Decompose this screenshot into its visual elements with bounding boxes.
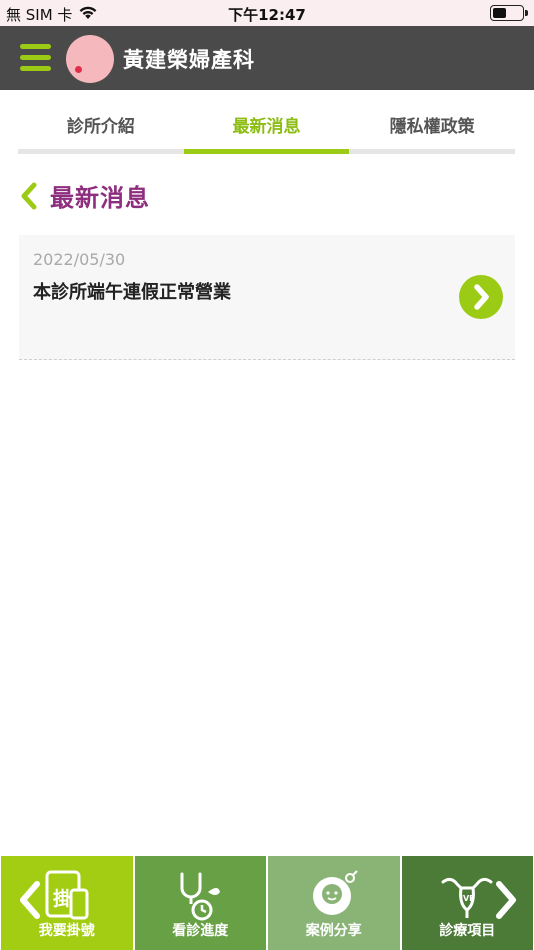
hamburger-icon[interactable] [20,44,51,72]
tab-privacy-policy[interactable]: 隱私權政策 [349,90,515,154]
nav-services[interactable]: IVF 診療項目 [401,856,533,950]
section-title: 最新消息 [50,184,150,212]
news-date: 2022/05/30 [33,250,126,269]
news-list-item[interactable]: 2022/05/30 本診所端午連假正常營業 [19,235,515,360]
nav-services-label: 診療項目 [439,923,496,939]
nav-register[interactable]: 掛 我要掛號 [1,856,133,950]
chevron-right-icon [496,881,516,919]
chevron-right-circle-icon[interactable] [459,275,503,319]
stethoscope-clock-icon [172,870,228,926]
status-time: 下午12:47 [228,6,306,24]
news-title: 本診所端午連假正常營業 [33,282,231,303]
status-bar: 無 SIM 卡 下午12:47 [0,0,534,26]
baby-icon [306,870,362,926]
ivf-text: IVF [460,894,475,903]
battery-icon [490,5,528,21]
chevron-left-icon[interactable] [18,181,40,211]
nav-register-label: 我要掛號 [38,923,95,939]
tablet-phone-icon: 掛 [39,870,95,926]
clinic-logo [66,35,114,83]
nav-cases-label: 案例分享 [305,923,362,939]
app-title: 黃建榮婦產科 [123,48,255,72]
tab-clinic-intro[interactable]: 診所介紹 [18,90,184,154]
uterus-ivf-icon: IVF [437,870,497,926]
logo-dot [75,66,82,73]
nav-progress-label: 看診進度 [172,923,229,939]
battery-fill [493,8,506,18]
bottom-nav: 掛 我要掛號 看診進度 案例分享 IVF 診療項目 [0,856,534,950]
nav-progress[interactable]: 看診進度 [134,856,266,950]
section-header: 最新消息 [18,178,150,213]
tab-latest-news[interactable]: 最新消息 [183,90,350,154]
nav-cases[interactable]: 案例分享 [268,856,400,950]
register-glyph: 掛 [53,887,72,910]
app-header: 黃建榮婦產科 [0,26,534,90]
tab-bar: 診所介紹 最新消息 隱私權政策 [18,90,515,154]
